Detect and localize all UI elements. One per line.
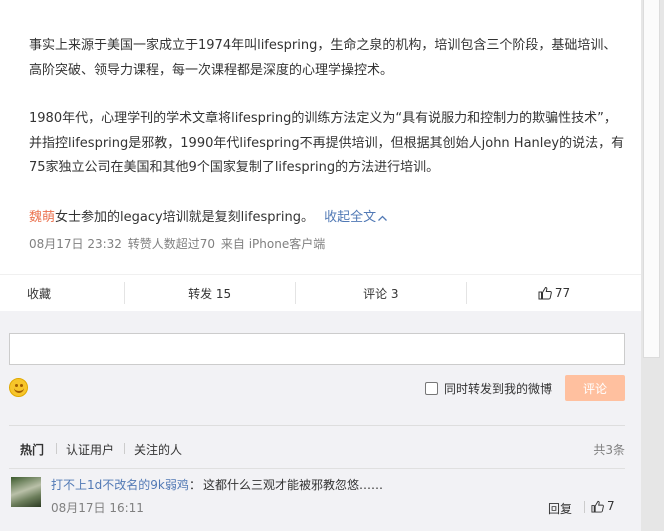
comment-button[interactable]: 评论 3 bbox=[296, 275, 466, 312]
comment-input[interactable] bbox=[9, 333, 625, 365]
tab-verified[interactable]: 认证用户 bbox=[66, 441, 114, 458]
mention-link[interactable]: 魏萌 bbox=[29, 210, 55, 225]
repost-info: 转赞人数超过70 bbox=[127, 237, 216, 251]
comment-like-count: 7 bbox=[607, 499, 615, 513]
thumbs-up-icon bbox=[591, 500, 604, 513]
list-item: 打不上1d不改名的9k弱鸡 ： 这都什么三观才能被邪教忽悠…… 08月17日 1… bbox=[9, 468, 625, 531]
post-meta: 08月17日 23:32 转赞人数超过70 来自 iPhone客户端 bbox=[29, 235, 327, 252]
action-bar: 收藏 转发 15 评论 3 77 bbox=[0, 274, 641, 311]
forward-checkbox[interactable] bbox=[425, 382, 438, 395]
scrollbar-thumb[interactable] bbox=[643, 0, 660, 358]
emoji-icon[interactable] bbox=[9, 378, 28, 397]
divider bbox=[584, 501, 585, 513]
comment-user[interactable]: 打不上1d不改名的9k弱鸡 bbox=[51, 476, 189, 493]
repost-button[interactable]: 转发 15 bbox=[125, 275, 295, 312]
like-button[interactable]: 77 bbox=[467, 275, 641, 312]
collapse-full-text-link[interactable]: 收起全文 bbox=[324, 210, 388, 225]
weibo-post-card: 事实上来源于美国一家成立于1974年叫lifespring，生命之泉的机构，培训… bbox=[0, 0, 641, 531]
reply-button[interactable]: 回复 bbox=[548, 500, 572, 517]
post-time[interactable]: 08月17日 23:32 bbox=[29, 237, 122, 251]
comment-text: 这都什么三观才能被邪教忽悠…… bbox=[203, 478, 384, 492]
post-paragraph-1: 事实上来源于美国一家成立于1974年叫lifespring，生命之泉的机构，培训… bbox=[29, 38, 617, 78]
thumbs-up-icon bbox=[538, 286, 552, 300]
favorite-label: 收藏 bbox=[27, 286, 52, 301]
post-paragraph-3: 魏萌女士参加的legacy培训就是复刻lifespring。 收起全文 bbox=[29, 206, 625, 231]
collapse-label: 收起全文 bbox=[324, 210, 377, 225]
post-paragraph-3-text: 女士参加的legacy培训就是复刻lifespring。 bbox=[55, 210, 314, 225]
comment-count: 共3条 bbox=[593, 443, 625, 457]
chevron-up-icon bbox=[378, 215, 388, 221]
comment-like-button[interactable]: 7 bbox=[591, 499, 615, 513]
comment-label: 评论 3 bbox=[363, 286, 399, 301]
post-paragraph-2: 1980年代，心理学刊的学术文章将lifespring的训练方法定义为“具有说服… bbox=[29, 111, 625, 175]
comment-section: 同时转发到我的微博 评论 热门 认证用户 关注的人 共3条 打不上1d不改名的9… bbox=[0, 311, 641, 531]
comment-time: 08月17日 16:11 bbox=[51, 501, 144, 515]
favorite-button[interactable]: 收藏 bbox=[0, 275, 124, 312]
forward-label: 同时转发到我的微博 bbox=[444, 382, 553, 396]
comment-filter-tabs: 热门 认证用户 关注的人 共3条 bbox=[9, 425, 625, 468]
comment-colon: ： bbox=[189, 478, 202, 492]
divider bbox=[56, 443, 57, 454]
repost-label: 转发 15 bbox=[188, 286, 232, 301]
post-source: 来自 iPhone客户端 bbox=[220, 237, 326, 251]
like-count: 77 bbox=[554, 286, 571, 300]
tab-following[interactable]: 关注的人 bbox=[134, 441, 182, 458]
avatar[interactable] bbox=[11, 477, 41, 507]
tab-hot[interactable]: 热门 bbox=[20, 441, 44, 458]
submit-comment-button[interactable]: 评论 bbox=[565, 375, 625, 401]
divider bbox=[124, 443, 125, 454]
scrollbar[interactable] bbox=[641, 0, 664, 531]
